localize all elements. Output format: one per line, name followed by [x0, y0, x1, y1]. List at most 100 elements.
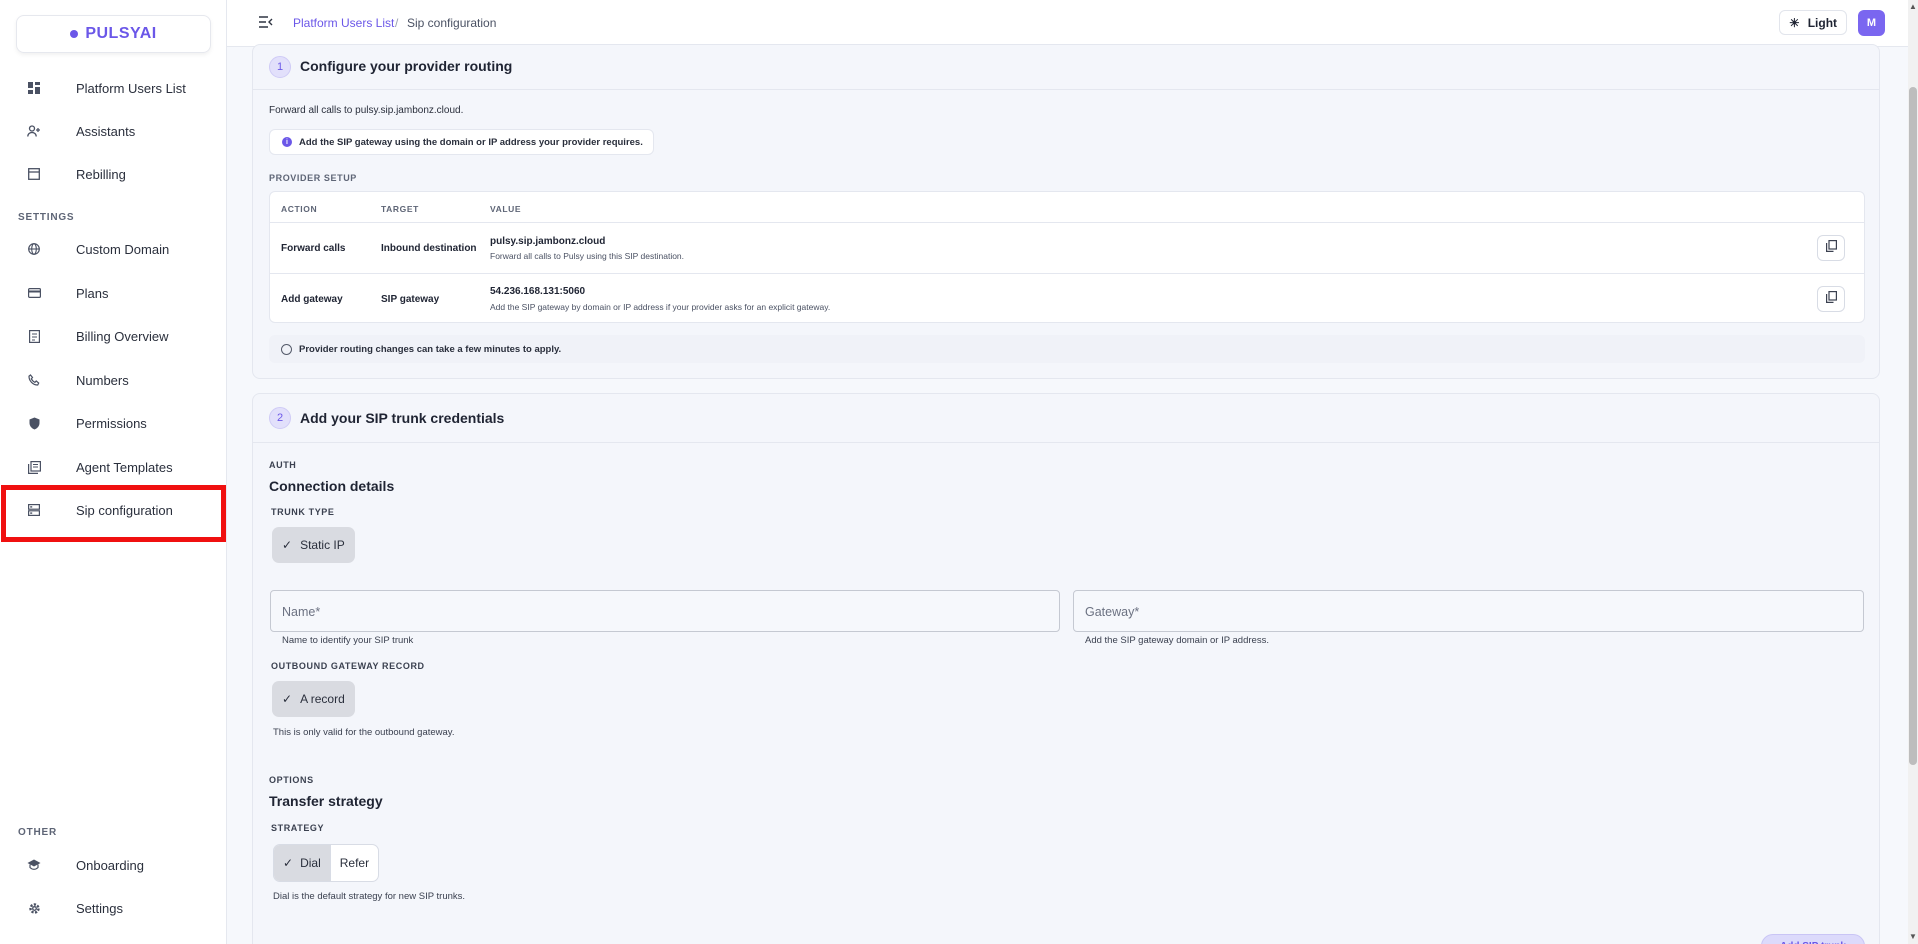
- brand-name: PULSYAI: [85, 25, 157, 42]
- breadcrumb-separator: /: [395, 16, 399, 30]
- copy-icon: [1825, 290, 1837, 308]
- column-header-target: TARGET: [381, 204, 419, 214]
- strategy-help-text: Dial is the default strategy for new SIP…: [273, 891, 466, 902]
- strategy-refer-label: Refer: [339, 856, 370, 870]
- sidebar-item-label: Platform Users List: [76, 81, 186, 96]
- row-value-description: Add the SIP gateway by domain or IP addr…: [490, 302, 831, 312]
- sidebar-item-label: Agent Templates: [76, 460, 173, 475]
- scrollbar-thumb[interactable]: [1909, 87, 1917, 765]
- trunk-type-value: Static IP: [300, 538, 345, 552]
- column-header-action: ACTION: [281, 204, 318, 214]
- menu-collapse-icon[interactable]: [259, 15, 273, 33]
- row-value: pulsy.sip.jambonz.cloud: [490, 236, 606, 247]
- store-icon: [27, 167, 41, 181]
- sidebar-item-agent-templates[interactable]: Agent Templates: [0, 449, 227, 485]
- scroll-up-arrow-icon[interactable]: ▲: [1909, 2, 1917, 11]
- outbound-gateway-record-label: OUTBOUND GATEWAY RECORD: [271, 661, 425, 671]
- provider-routing-title: Configure your provider routing: [300, 58, 513, 74]
- trunk-type-label: TRUNK TYPE: [271, 507, 335, 517]
- avatar[interactable]: M: [1858, 10, 1885, 36]
- forward-instructions: Forward all calls to pulsy.sip.jambonz.c…: [269, 105, 464, 116]
- globe-icon: [27, 242, 41, 256]
- sidebar-item-assistants[interactable]: Assistants: [0, 113, 227, 149]
- topbar: Platform Users List / Sip configuration …: [227, 0, 1908, 47]
- gateway-input[interactable]: Gateway*: [1073, 590, 1864, 632]
- sidebar-item-label: Rebilling: [76, 167, 126, 182]
- strategy-dial-option[interactable]: ✓ Dial: [274, 845, 330, 881]
- logo-dot-icon: [70, 30, 79, 38]
- outbound-a-record-chip[interactable]: ✓ A record: [272, 681, 355, 717]
- page-scrollbar[interactable]: ▲ ▼: [1908, 0, 1918, 944]
- copy-inbound-destination-button[interactable]: [1817, 235, 1845, 261]
- sidebar-item-label: Numbers: [76, 373, 129, 388]
- check-icon: ✓: [282, 692, 293, 706]
- row-value-description: Forward all calls to Pulsy using this SI…: [490, 251, 685, 261]
- outbound-record-value: A record: [300, 692, 345, 706]
- info-notice: i Add the SIP gateway using the domain o…: [269, 129, 654, 155]
- copy-sip-gateway-button[interactable]: [1817, 286, 1845, 312]
- step-number-badge: 2: [269, 407, 291, 429]
- clock-icon: [281, 343, 292, 355]
- routing-delay-note: Provider routing changes can take a few …: [269, 335, 1865, 363]
- sidebar-item-rebilling[interactable]: Rebilling: [0, 156, 227, 192]
- add-sip-trunk-button[interactable]: Add SIP trunk: [1761, 934, 1865, 944]
- name-input[interactable]: Name*: [270, 590, 1060, 632]
- connection-details-title: Connection details: [269, 478, 395, 494]
- gear-icon: [27, 901, 41, 915]
- receipt-icon: [27, 329, 41, 343]
- strategy-toggle-group: ✓ Dial Refer: [273, 844, 380, 882]
- active-item-highlight: [1, 485, 226, 542]
- copy-icon: [1825, 239, 1837, 257]
- trunk-type-static-ip-chip[interactable]: ✓ Static IP: [272, 527, 355, 563]
- sidebar-item-label: Onboarding: [76, 858, 144, 873]
- check-icon: ✓: [283, 856, 294, 870]
- transfer-strategy-title: Transfer strategy: [269, 793, 383, 809]
- breadcrumb-current: Sip configuration: [407, 16, 497, 30]
- column-header-value: VALUE: [490, 204, 522, 214]
- library-icon: [27, 460, 41, 474]
- row-action: Add gateway: [281, 294, 343, 305]
- row-value: 54.236.168.131:5060: [490, 286, 586, 297]
- sip-credentials-title: Add your SIP trunk credentials: [300, 410, 505, 426]
- settings-section-label: SETTINGS: [18, 212, 75, 223]
- sidebar-item-settings[interactable]: Settings: [0, 890, 227, 926]
- sidebar-item-platform-users-list[interactable]: Platform Users List: [0, 70, 227, 106]
- scroll-down-arrow-icon[interactable]: ▼: [1909, 932, 1917, 941]
- sidebar-item-numbers[interactable]: Numbers: [0, 362, 227, 398]
- sidebar-item-plans[interactable]: Plans: [0, 275, 227, 311]
- sidebar-item-label: Settings: [76, 901, 123, 916]
- table-row: Add gateway SIP gateway 54.236.168.131:5…: [270, 273, 1864, 324]
- theme-toggle-button[interactable]: ☀ Light: [1779, 10, 1847, 35]
- row-action: Forward calls: [281, 243, 346, 254]
- table-row: Forward calls Inbound destination pulsy.…: [270, 222, 1864, 273]
- outbound-help-text: This is only valid for the outbound gate…: [273, 727, 455, 738]
- row-target: SIP gateway: [381, 294, 440, 305]
- strategy-refer-option[interactable]: Refer: [329, 845, 378, 881]
- theme-label: Light: [1807, 15, 1838, 30]
- auth-section-label: AUTH: [269, 460, 297, 470]
- sidebar-item-onboarding[interactable]: Onboarding: [0, 847, 227, 883]
- sidebar-item-label: Custom Domain: [76, 242, 170, 257]
- sidebar-item-label: Plans: [76, 286, 109, 301]
- sun-icon: ☀: [1788, 15, 1800, 30]
- gateway-help-text: Add the SIP gateway domain or IP address…: [1085, 635, 1269, 646]
- sidebar-item-label: Billing Overview: [76, 329, 169, 344]
- name-help-text: Name to identify your SIP trunk: [282, 635, 414, 646]
- provider-routing-card: 1 Configure your provider routing Forwar…: [252, 44, 1880, 379]
- check-icon: ✓: [282, 538, 293, 552]
- step-number-badge: 1: [269, 56, 291, 78]
- phone-icon: [27, 373, 41, 387]
- other-section-label: OTHER: [18, 827, 57, 838]
- sidebar-item-permissions[interactable]: Permissions: [0, 405, 227, 441]
- sidebar-item-custom-domain[interactable]: Custom Domain: [0, 231, 227, 267]
- info-icon: i: [282, 137, 292, 147]
- brand-logo[interactable]: PULSYAI: [16, 15, 211, 53]
- card-header-divider: [253, 89, 1879, 90]
- card-header-divider: [253, 442, 1879, 443]
- sidebar: PULSYAI Platform Users List Assistants R…: [0, 0, 227, 944]
- strategy-dial-label: Dial: [300, 856, 321, 870]
- sidebar-item-billing-overview[interactable]: Billing Overview: [0, 318, 227, 354]
- provider-setup-table: ACTION TARGET VALUE Forward calls Inboun…: [269, 191, 1865, 323]
- breadcrumb-parent-link[interactable]: Platform Users List: [293, 16, 394, 30]
- person-add-icon: [27, 124, 41, 138]
